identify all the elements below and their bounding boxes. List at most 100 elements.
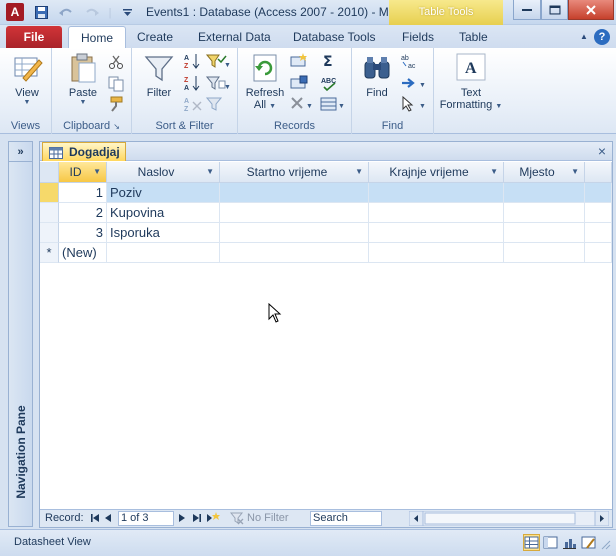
cell-mjesto[interactable] — [504, 243, 585, 263]
cell-krajnje-vrijeme[interactable] — [369, 243, 504, 263]
select-all-corner[interactable] — [40, 162, 59, 183]
tab-file[interactable]: File — [6, 26, 62, 48]
cell-krajnje-vrijeme[interactable] — [369, 183, 504, 203]
tab-external-data[interactable]: External Data — [198, 30, 271, 44]
refresh-all-button[interactable]: Refresh All ▼ — [242, 52, 288, 111]
column-header-krajnje-vrijeme[interactable]: Krajnje vrijeme ▼ — [369, 162, 504, 183]
close-window-button[interactable] — [568, 0, 614, 20]
row-selector[interactable] — [40, 203, 59, 223]
cell-add-column[interactable] — [585, 183, 612, 203]
find-button[interactable]: Find — [358, 52, 396, 99]
tab-database-tools[interactable]: Database Tools — [293, 30, 376, 44]
column-dropdown-icon[interactable]: ▼ — [93, 162, 101, 182]
table-row[interactable]: 2 Kupovina — [40, 203, 612, 223]
tab-fields[interactable]: Fields — [402, 30, 434, 44]
resize-grip-icon[interactable] — [598, 534, 612, 551]
close-document-icon[interactable]: × — [598, 143, 606, 159]
expand-nav-pane-button[interactable]: » — [9, 142, 32, 162]
column-header-startno-vrijeme[interactable]: Startno vrijeme ▼ — [220, 162, 369, 183]
cell-mjesto[interactable] — [504, 183, 585, 203]
cell-startno-vrijeme[interactable] — [220, 183, 369, 203]
row-selector[interactable] — [40, 183, 59, 203]
minimize-button[interactable] — [513, 0, 541, 20]
tab-table[interactable]: Table — [459, 30, 488, 44]
tab-home[interactable]: Home — [68, 26, 127, 49]
tab-create[interactable]: Create — [137, 30, 173, 44]
view-button[interactable]: View ▼ — [8, 52, 46, 106]
add-column-header[interactable] — [585, 162, 612, 183]
row-selector[interactable] — [40, 223, 59, 243]
sort-ascending-icon[interactable]: AZ — [184, 53, 202, 70]
totals-sigma-icon[interactable]: Σ — [320, 53, 338, 70]
new-row-marker[interactable]: * — [40, 243, 59, 263]
cell-naslov[interactable]: Poziv — [107, 183, 220, 203]
spelling-icon[interactable]: ABC — [320, 75, 338, 92]
remove-sort-icon[interactable]: AZ — [184, 96, 202, 113]
save-icon[interactable] — [32, 4, 50, 21]
new-record-icon[interactable] — [290, 53, 308, 69]
column-dropdown-icon[interactable]: ▼ — [355, 162, 363, 182]
navigation-pane[interactable]: » Navigation Pane — [8, 141, 33, 527]
redo-icon[interactable] — [80, 4, 104, 21]
cell-krajnje-vrijeme[interactable] — [369, 203, 504, 223]
cell-naslov[interactable]: Isporuka — [107, 223, 220, 243]
first-record-icon[interactable] — [90, 511, 100, 528]
column-header-naslov[interactable]: Naslov ▼ — [107, 162, 220, 183]
column-header-mjesto[interactable]: Mjesto ▼ — [504, 162, 585, 183]
cell-id[interactable]: 3 — [59, 223, 107, 243]
access-app-icon[interactable]: A — [6, 3, 24, 21]
cell-add-column[interactable] — [585, 223, 612, 243]
cell-id[interactable]: 2 — [59, 203, 107, 223]
cell-add-column[interactable] — [585, 243, 612, 263]
no-filter-label[interactable]: No Filter — [247, 512, 289, 524]
new-blank-record-icon[interactable] — [206, 511, 220, 528]
no-filter-icon[interactable] — [229, 511, 244, 528]
table-row[interactable]: 1 Poziv — [40, 183, 612, 203]
minimize-ribbon-icon[interactable]: ▲ — [580, 32, 588, 41]
customize-qat-icon[interactable] — [120, 4, 134, 21]
go-to-icon[interactable]: ▼ — [400, 75, 428, 91]
design-view-icon[interactable] — [580, 534, 597, 551]
cut-icon[interactable] — [108, 54, 126, 70]
cell-startno-vrijeme[interactable] — [220, 243, 369, 263]
save-record-icon[interactable] — [290, 75, 308, 91]
maximize-button[interactable] — [541, 0, 568, 20]
datasheet-view-icon[interactable] — [523, 534, 540, 551]
search-input[interactable]: Search — [310, 511, 382, 526]
sort-descending-icon[interactable]: ZA — [184, 75, 202, 92]
more-records-icon[interactable]: ▼ — [320, 96, 346, 112]
document-tab-dogadjaj[interactable]: Dogadjaj — [42, 142, 126, 161]
last-record-icon[interactable] — [192, 511, 202, 528]
table-row[interactable]: 3 Isporuka — [40, 223, 612, 243]
new-record-row[interactable]: * (New) — [40, 243, 612, 263]
cell-add-column[interactable] — [585, 203, 612, 223]
column-dropdown-icon[interactable]: ▼ — [490, 162, 498, 182]
copy-icon[interactable] — [108, 76, 126, 92]
pivot-chart-view-icon[interactable] — [561, 534, 578, 551]
paste-button[interactable]: Paste ▼ — [64, 52, 102, 106]
previous-record-icon[interactable] — [104, 511, 112, 528]
undo-icon[interactable] — [54, 4, 78, 21]
horizontal-scrollbar[interactable] — [408, 510, 610, 527]
column-header-id[interactable]: ID ▼ — [59, 162, 107, 183]
delete-record-icon[interactable]: ▼ — [290, 96, 314, 112]
help-icon[interactable]: ? — [594, 29, 610, 45]
text-formatting-button[interactable]: A Text Formatting ▼ — [436, 52, 506, 111]
cell-naslov[interactable]: Kupovina — [107, 203, 220, 223]
column-dropdown-icon[interactable]: ▼ — [206, 162, 214, 182]
cell-id-new[interactable]: (New) — [59, 243, 107, 263]
current-record-field[interactable]: 1 of 3 — [118, 511, 174, 526]
column-dropdown-icon[interactable]: ▼ — [571, 162, 579, 182]
advanced-filter-icon[interactable]: ▼ — [205, 75, 231, 91]
cell-naslov[interactable] — [107, 243, 220, 263]
cell-krajnje-vrijeme[interactable] — [369, 223, 504, 243]
next-record-icon[interactable] — [178, 511, 186, 528]
cell-mjesto[interactable] — [504, 203, 585, 223]
select-icon[interactable]: ▼ — [400, 95, 428, 112]
cell-startno-vrijeme[interactable] — [220, 203, 369, 223]
filter-button[interactable]: Filter — [140, 52, 178, 99]
pivot-table-view-icon[interactable] — [542, 534, 559, 551]
cell-startno-vrijeme[interactable] — [220, 223, 369, 243]
selection-filter-icon[interactable]: ▼ — [205, 53, 231, 69]
cell-id[interactable]: 1 — [59, 183, 107, 203]
